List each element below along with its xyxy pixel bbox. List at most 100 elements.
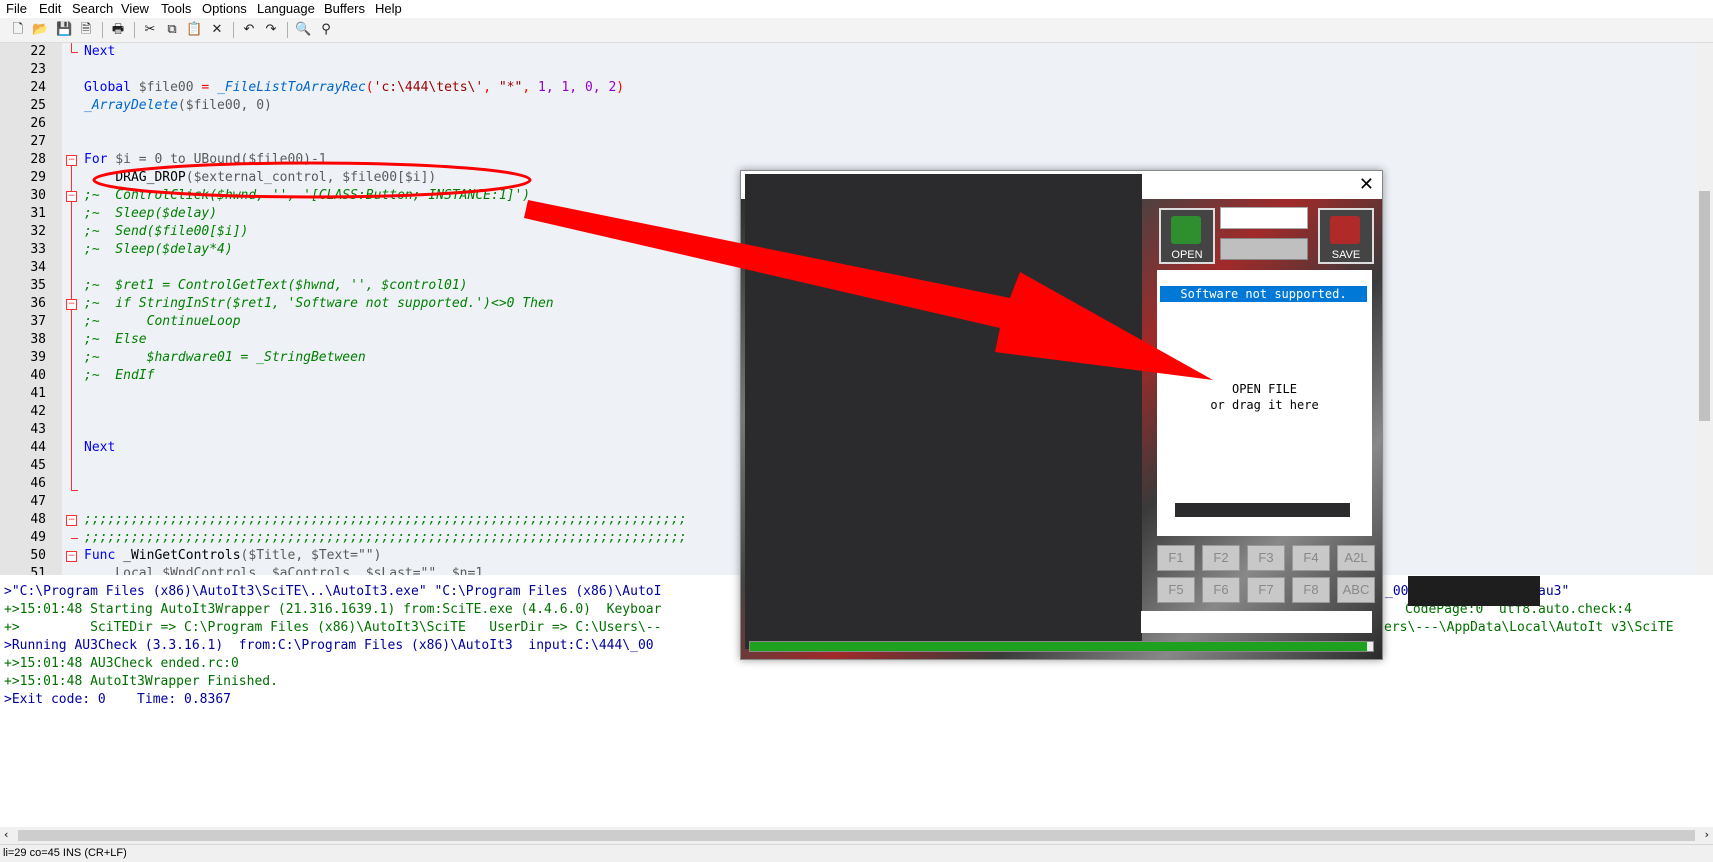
fold-toggle-icon[interactable]: − (66, 155, 77, 166)
drop-zone-panel[interactable]: Software not supported. OPEN FILE or dra… (1157, 270, 1372, 536)
code-line: Local $WndControls, $aControls, $sLast="… (84, 566, 484, 575)
scroll-thumb[interactable] (18, 830, 1695, 841)
f1-button[interactable]: F1 (1157, 545, 1195, 571)
drop-hint-line-2: or drag it here (1210, 398, 1319, 412)
line-number: 32 (30, 224, 46, 239)
open-button[interactable]: OPEN (1159, 208, 1215, 264)
info-field-top[interactable] (1220, 207, 1308, 229)
function-name: DRAG_DROP (115, 170, 186, 185)
arguments: ($Title, $Text="") (240, 548, 382, 563)
comment-line: ;;;;;;;;;;;;;;;;;;;;;;;;;;;;;;;;;;;;;;;;… (84, 512, 687, 527)
open-button-label: OPEN (1171, 249, 1203, 261)
progress-fill (750, 642, 1367, 651)
open-folder-icon[interactable]: 📂 (32, 22, 48, 38)
replace-icon[interactable]: ⚲ (318, 22, 334, 38)
keyword: For (84, 152, 108, 167)
abc-button[interactable]: ABC (1337, 577, 1375, 603)
code-line: Next (84, 43, 115, 61)
delete-icon[interactable]: ✕ (209, 22, 225, 38)
arguments: ($external_control, $file00[$i]) (185, 170, 437, 185)
menu-buffers[interactable]: Buffers (324, 1, 365, 16)
menu-help[interactable]: Help (375, 1, 402, 16)
menu-file[interactable]: File (6, 1, 27, 16)
f5-button[interactable]: F5 (1157, 577, 1195, 603)
menu-view[interactable]: View (121, 1, 149, 16)
save-icon[interactable]: 💾 (56, 22, 72, 38)
line-number: 45 (30, 458, 46, 473)
paste-icon[interactable]: 📋 (186, 22, 202, 38)
comment-line: ;~ EndIf (84, 368, 155, 383)
fold-toggle-icon[interactable]: − (66, 515, 77, 526)
code-line: For $i = 0 to UBound($file00)-1 (84, 151, 327, 169)
comment-line: ;~ Sleep($delay*4) (84, 242, 233, 257)
output-fragment: _00 (1385, 584, 1409, 599)
line-number: 37 (30, 314, 46, 329)
comment-line: ;~ ControlClick($hwnd, '', '[CLASS:Butto… (84, 188, 531, 203)
redacted-region (1408, 576, 1540, 606)
close-file-icon[interactable]: 🗎 (78, 22, 94, 38)
line-number: 39 (30, 350, 46, 365)
comment-line: ;~ $ret1 = ControlGetText($hwnd, '', $co… (84, 278, 468, 293)
output-horizontal-scrollbar[interactable]: ‹ › (0, 827, 1713, 844)
comment-line: ;~ Send($file00[$i]) (84, 224, 249, 239)
progress-bar (749, 641, 1374, 652)
line-number: 23 (30, 62, 46, 77)
line-number: 25 (30, 98, 46, 113)
f7-button[interactable]: F7 (1247, 577, 1285, 603)
output-line: +>15:01:48 AutoIt3Wrapper Finished. (4, 674, 278, 689)
code-line: Global $file00 = _FileListToArrayRec('c:… (84, 79, 624, 97)
scroll-right-icon[interactable]: › (1705, 828, 1709, 841)
save-button[interactable]: SAVE (1318, 208, 1374, 264)
comment-line: ;~ ContinueLoop (84, 314, 241, 329)
f8-button[interactable]: F8 (1292, 577, 1330, 603)
fold-toggle-icon[interactable]: − (66, 191, 77, 202)
keyword: Global (84, 80, 131, 95)
fold-toggle-icon[interactable]: − (66, 299, 77, 310)
copy-icon[interactable]: ⧉ (164, 22, 180, 38)
line-number: 43 (30, 422, 46, 437)
f3-button[interactable]: F3 (1247, 545, 1285, 571)
print-icon[interactable]: 🖶 (110, 22, 126, 38)
scroll-left-icon[interactable]: ‹ (4, 828, 8, 841)
close-icon[interactable]: ✕ (1359, 175, 1374, 195)
menu-options[interactable]: Options (202, 1, 247, 16)
line-number: 36 (30, 296, 46, 311)
string: 'c:\444\tets\' (373, 80, 484, 95)
code-line: DRAG_DROP($external_control, $file00[$i]… (84, 169, 436, 187)
redo-icon[interactable]: ↷ (263, 22, 279, 38)
f2-button[interactable]: F2 (1202, 545, 1240, 571)
keyword: Next (84, 44, 116, 59)
toolbar-separator (102, 22, 103, 38)
info-field-bottom[interactable] (1220, 238, 1308, 260)
menu-language[interactable]: Language (257, 1, 315, 16)
menu-tools[interactable]: Tools (161, 1, 191, 16)
undo-icon[interactable]: ↶ (241, 22, 257, 38)
f4-button[interactable]: F4 (1292, 545, 1330, 571)
menu-search[interactable]: Search (72, 1, 113, 16)
app-window[interactable]: ✕ OPEN SAVE Software not supported. OPEN… (740, 170, 1383, 660)
output-line: +>15:01:48 Starting AutoIt3Wrapper (21.3… (4, 602, 662, 617)
output-line: >Running AU3Check (3.3.16.1) from:C:\Pro… (4, 638, 654, 653)
new-file-icon[interactable]: 🗋 (10, 22, 26, 38)
line-number: 48 (30, 512, 46, 527)
menu-edit[interactable]: Edit (39, 1, 61, 16)
bottom-text-field[interactable] (1141, 611, 1372, 633)
output-fragment: au3" (1538, 584, 1570, 599)
line-number: 42 (30, 404, 46, 419)
line-number: 49 (30, 530, 46, 545)
scroll-thumb[interactable] (1699, 191, 1710, 421)
toolbar-separator (287, 22, 288, 38)
find-icon[interactable]: 🔍 (295, 22, 311, 38)
editor-vertical-scrollbar[interactable] (1696, 43, 1713, 575)
line-number: 47 (30, 494, 46, 509)
line-number: 40 (30, 368, 46, 383)
cut-icon[interactable]: ✂ (142, 22, 158, 38)
function-name: _FileListToArrayRec (209, 80, 366, 95)
a2l-button[interactable]: A2L (1337, 545, 1375, 571)
drop-zone-hint: OPEN FILE or drag it here (1157, 381, 1372, 413)
code-line: Func _WinGetControls($Title, $Text="") (84, 547, 381, 565)
line-number: 22 (30, 44, 46, 59)
fold-toggle-icon[interactable]: − (66, 551, 77, 562)
operator: , (522, 80, 538, 95)
f6-button[interactable]: F6 (1202, 577, 1240, 603)
